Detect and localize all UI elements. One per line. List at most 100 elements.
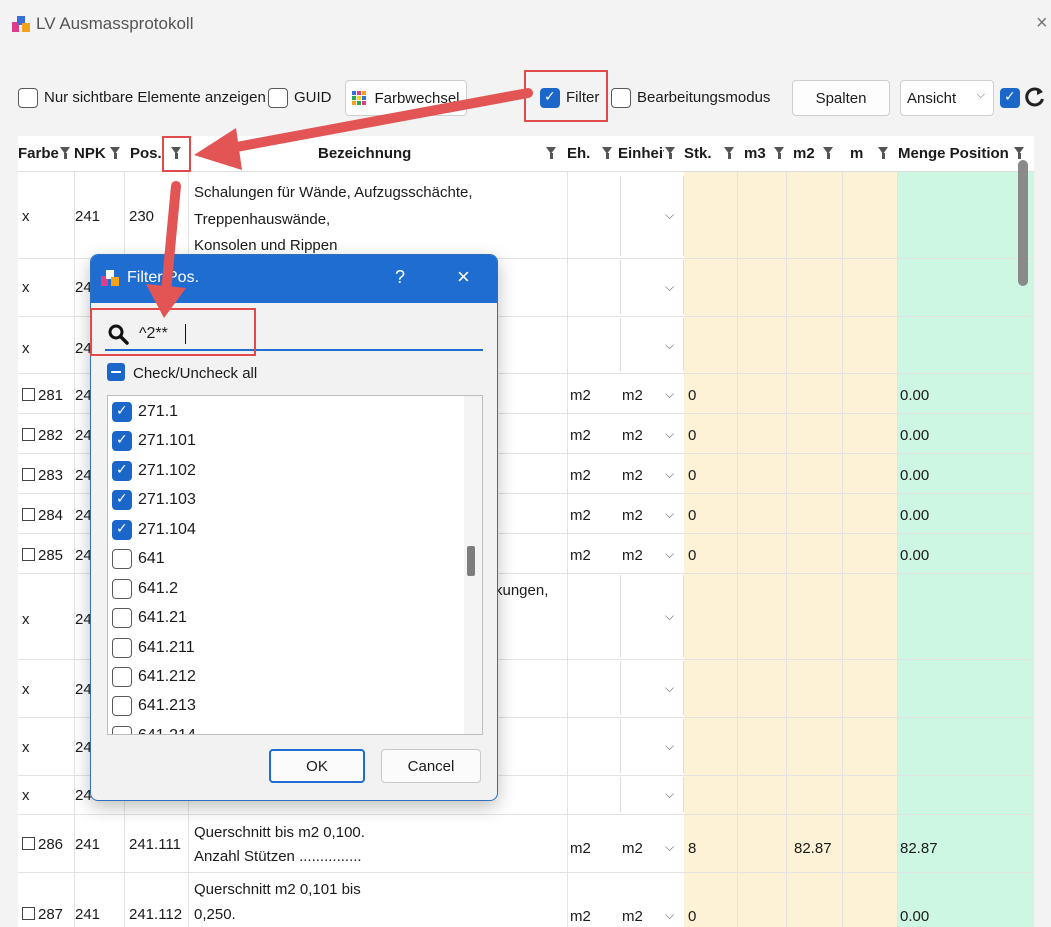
chevron-down-icon[interactable]: ⌵ [665, 840, 674, 855]
visible-only-checkbox[interactable] [18, 88, 38, 108]
refresh-icon[interactable] [1024, 86, 1046, 108]
window-title: LV Ausmassprotokoll [36, 14, 194, 33]
list-scrollbar-thumb[interactable] [467, 546, 475, 576]
check-uncheck-all-checkbox[interactable] [107, 363, 125, 381]
header-m[interactable]: m [850, 136, 870, 172]
cell-eh: m2 [570, 387, 591, 404]
unit-dropdown[interactable]: ⌵ [620, 575, 684, 657]
header-menge-position[interactable]: Menge Position [898, 136, 1014, 172]
item-checkbox[interactable] [112, 608, 132, 628]
filter-funnel-icon[interactable] [110, 147, 121, 160]
guid-checkbox[interactable] [268, 88, 288, 108]
item-checkbox[interactable] [112, 696, 132, 716]
columns-button[interactable]: Spalten [792, 80, 890, 116]
cell-stk: 0 [688, 547, 697, 564]
cell-farbe: 287 [22, 906, 63, 923]
unit-dropdown[interactable]: ⌵ [620, 777, 684, 812]
window-close-icon[interactable]: × [1036, 12, 1048, 35]
filter-funnel-icon[interactable] [823, 147, 834, 160]
cell-farbe: 282 [22, 427, 63, 444]
filter-funnel-icon[interactable] [665, 147, 676, 160]
app-logo-icon [101, 270, 119, 286]
cell-menge: 0.00 [900, 908, 930, 925]
view-select[interactable]: Ansicht ⌵ [900, 80, 994, 116]
chevron-down-icon[interactable]: ⌵ [665, 467, 674, 482]
header-farbe[interactable]: Farbe [18, 136, 60, 172]
view-extra-checkbox[interactable] [1000, 88, 1020, 108]
unit-dropdown[interactable]: ⌵ [620, 719, 684, 773]
header-npk[interactable]: NPK [74, 136, 114, 172]
unit-dropdown[interactable]: ⌵ [620, 176, 684, 256]
color-swatch [22, 468, 35, 481]
cell-einheit[interactable]: m2 [622, 840, 643, 857]
header-m3[interactable]: m3 [744, 136, 774, 172]
cell-einheit[interactable]: m2 [622, 467, 643, 484]
cancel-label: Cancel [407, 757, 455, 775]
filter-funnel-icon[interactable] [546, 147, 557, 160]
item-checkbox[interactable] [112, 461, 132, 481]
ok-button[interactable]: OK [269, 749, 365, 783]
item-checkbox[interactable] [112, 490, 132, 510]
title-bar: LV Ausmassprotokoll × [0, 0, 1051, 48]
filter-funnel-icon[interactable] [724, 147, 735, 160]
filter-dialog-titlebar: Filter Pos. ? × [91, 255, 497, 303]
edit-mode-label: Bearbeitungsmodus [637, 89, 771, 106]
cell-einheit[interactable]: m2 [622, 908, 643, 925]
color-change-label: Farbwechsel [374, 89, 460, 107]
cell-farbe: x [22, 611, 30, 628]
help-icon[interactable]: ? [395, 267, 405, 288]
header-stk[interactable]: Stk. [684, 136, 724, 172]
filter-funnel-icon[interactable] [878, 147, 889, 160]
chevron-down-icon[interactable]: ⌵ [665, 507, 674, 522]
header-einheit[interactable]: Einheit [618, 136, 664, 172]
cell-einheit[interactable]: m2 [622, 547, 643, 564]
cancel-button[interactable]: Cancel [381, 749, 481, 783]
unit-dropdown[interactable]: ⌵ [620, 661, 684, 715]
ok-label: OK [306, 757, 328, 775]
cell-pos: 241.112 [129, 906, 183, 923]
cell-farbe: x [22, 681, 30, 698]
cell-einheit[interactable]: m2 [622, 507, 643, 524]
item-checkbox[interactable] [112, 726, 132, 734]
chevron-down-icon[interactable]: ⌵ [665, 387, 674, 402]
cell-farbe: 281 [22, 387, 63, 404]
color-swatch [22, 388, 35, 401]
header-eh[interactable]: Eh. [567, 136, 603, 172]
filter-funnel-icon[interactable] [602, 147, 613, 160]
filter-funnel-icon[interactable] [774, 147, 785, 160]
chevron-down-icon[interactable]: ⌵ [665, 908, 674, 923]
edit-mode-checkbox[interactable] [611, 88, 631, 108]
cell-farbe: x [22, 739, 30, 756]
row-divider [18, 814, 1034, 815]
cell-einheit[interactable]: m2 [622, 427, 643, 444]
grid-scrollbar[interactable] [1018, 160, 1028, 286]
unit-dropdown[interactable]: ⌵ [620, 260, 684, 314]
item-checkbox[interactable] [112, 402, 132, 422]
item-checkbox[interactable] [112, 667, 132, 687]
item-checkbox[interactable] [112, 638, 132, 658]
filter-checkbox[interactable] [540, 88, 560, 108]
item-checkbox[interactable] [112, 520, 132, 540]
header-m2[interactable]: m2 [793, 136, 823, 172]
cell-bezeichnung: Schalungen für Wände, Aufzugsschächte, [194, 184, 473, 201]
header-bezeichnung[interactable]: Bezeichnung [318, 136, 518, 172]
chevron-down-icon[interactable]: ⌵ [665, 547, 674, 562]
cell-npk: 241 [75, 208, 101, 225]
cell-stk: 0 [688, 467, 697, 484]
filter-funnel-icon[interactable] [1014, 147, 1025, 160]
color-grid-icon [352, 91, 367, 105]
dialog-close-icon[interactable]: × [457, 264, 470, 290]
filter-funnel-icon[interactable] [60, 147, 71, 160]
cell-bezeichnung: rkungen, [490, 582, 549, 599]
chevron-down-icon[interactable]: ⌵ [665, 427, 674, 442]
item-checkbox[interactable] [112, 549, 132, 569]
item-checkbox[interactable] [112, 431, 132, 451]
cell-stk: 0 [688, 387, 697, 404]
unit-dropdown[interactable]: ⌵ [620, 318, 684, 371]
color-change-button[interactable]: Farbwechsel [345, 80, 467, 116]
item-checkbox[interactable] [112, 579, 132, 599]
list-scrollbar[interactable] [464, 396, 482, 734]
cell-menge: 0.00 [900, 467, 930, 484]
cell-bezeichnung: Querschnitt bis m2 0,100. [194, 824, 365, 841]
cell-einheit[interactable]: m2 [622, 387, 643, 404]
